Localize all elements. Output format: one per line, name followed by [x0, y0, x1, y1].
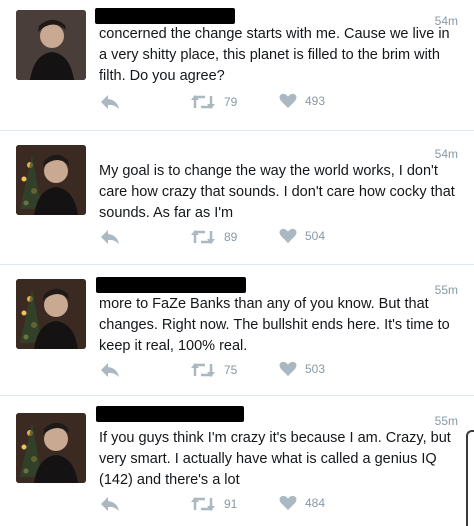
retweet-count: 91	[224, 497, 238, 511]
heart-icon	[279, 228, 297, 243]
reply-button[interactable]	[99, 495, 121, 513]
tweet[interactable]: 55m If you guys think I'm crazy it's bec…	[0, 396, 474, 524]
tweet[interactable]: 54m concerned the change starts with me.…	[0, 0, 474, 131]
like-button[interactable]: 503	[279, 361, 325, 377]
reply-icon	[101, 363, 119, 377]
heart-icon	[279, 93, 297, 108]
retweet-button[interactable]: 75	[190, 361, 237, 379]
reply-icon	[101, 497, 119, 511]
retweet-count: 89	[224, 230, 238, 244]
retweet-icon	[191, 95, 215, 109]
like-count: 484	[305, 496, 326, 510]
redacted-name	[96, 406, 244, 422]
reply-icon	[101, 95, 119, 109]
reply-button[interactable]	[99, 361, 121, 379]
avatar-photo	[16, 145, 86, 215]
like-button[interactable]: 484	[279, 495, 325, 511]
like-button[interactable]: 504	[279, 228, 325, 244]
retweet-icon	[191, 363, 215, 377]
tweet-actions: 75 503	[99, 361, 459, 383]
retweet-count: 79	[224, 95, 238, 109]
retweet-button[interactable]: 79	[190, 93, 237, 111]
retweet-icon	[191, 230, 215, 244]
tweet-actions: 91 484	[99, 495, 459, 517]
avatar-photo	[16, 10, 86, 80]
heart-icon	[279, 361, 297, 376]
tweet[interactable]: 55m more to FaZe Banks than any of you k…	[0, 265, 474, 396]
avatar-photo	[16, 279, 86, 349]
tweet-timestamp[interactable]: 54m	[435, 147, 458, 161]
tweet-text: more to FaZe Banks than any of you know.…	[99, 296, 450, 354]
avatar[interactable]	[16, 413, 86, 483]
retweet-icon	[191, 497, 215, 511]
scrollbar[interactable]	[466, 430, 474, 526]
tweet-text: If you guys think I'm crazy it's because…	[99, 430, 451, 488]
tweet[interactable]: 54m My goal is to change the way the wor…	[0, 131, 474, 265]
avatar[interactable]	[16, 10, 86, 80]
redacted-name	[96, 277, 246, 293]
avatar-photo	[16, 413, 86, 483]
like-count: 504	[305, 229, 326, 243]
like-count: 493	[305, 94, 326, 108]
like-count: 503	[305, 362, 326, 376]
avatar[interactable]	[16, 279, 86, 349]
reply-button[interactable]	[99, 93, 121, 111]
like-button[interactable]: 493	[279, 93, 325, 109]
tweet-actions: 89 504	[99, 228, 459, 250]
reply-icon	[101, 230, 119, 244]
tweet-text: My goal is to change the way the world w…	[99, 163, 455, 221]
redacted-name	[95, 8, 235, 24]
retweet-count: 75	[224, 363, 238, 377]
heart-icon	[279, 495, 297, 510]
tweet-actions: 79 493	[99, 93, 459, 115]
reply-button[interactable]	[99, 228, 121, 246]
retweet-button[interactable]: 91	[190, 495, 237, 513]
tweet-timestamp[interactable]: 55m	[435, 414, 458, 428]
tweet-text: concerned the change starts with me. Cau…	[99, 26, 450, 84]
retweet-button[interactable]: 89	[190, 228, 237, 246]
avatar[interactable]	[16, 145, 86, 215]
